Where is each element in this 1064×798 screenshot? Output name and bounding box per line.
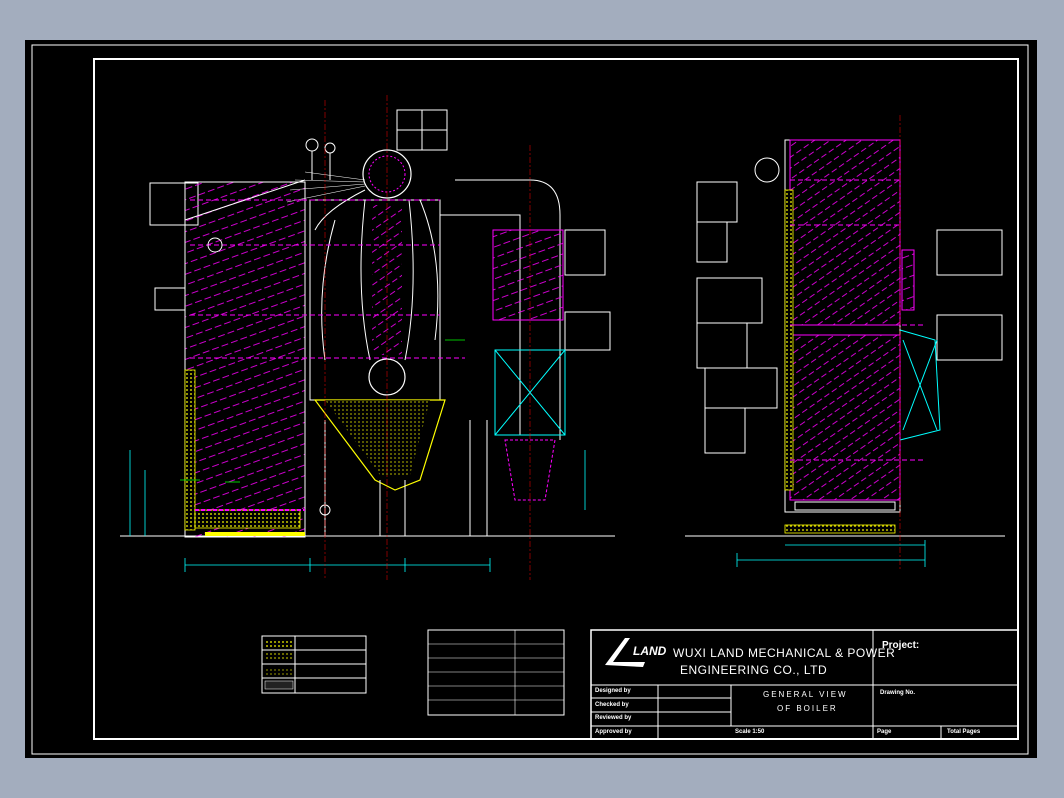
drawing-no-label: Drawing No. — [880, 690, 916, 696]
project-label: Project: — [882, 640, 920, 651]
drawing-title-line1: GENERAL VIEW — [763, 690, 848, 699]
approved-by-label: Approved by — [595, 729, 632, 735]
side-elevation-view — [120, 95, 615, 580]
info-table — [427, 629, 565, 716]
company-logo: LAND — [633, 644, 667, 658]
company-name-line2: ENGINEERING CO., LTD — [680, 663, 828, 677]
reviewed-by-label: Reviewed by — [595, 715, 632, 721]
company-name-line1: WUXI LAND MECHANICAL & POWER — [673, 646, 896, 660]
cad-viewport[interactable]: LAND WUXI LAND MECHANICAL & POWER ENGINE… — [25, 40, 1037, 758]
legend-table — [261, 635, 367, 694]
scale-label: Scale 1:50 — [735, 729, 765, 735]
page-label: Page — [877, 729, 892, 735]
checked-by-label: Checked by — [595, 702, 629, 708]
front-elevation-view — [685, 115, 1005, 570]
designed-by-label: Designed by — [595, 688, 631, 694]
drawing-title-line2: OF BOILER — [777, 704, 838, 713]
total-pages-label: Total Pages — [947, 729, 981, 735]
